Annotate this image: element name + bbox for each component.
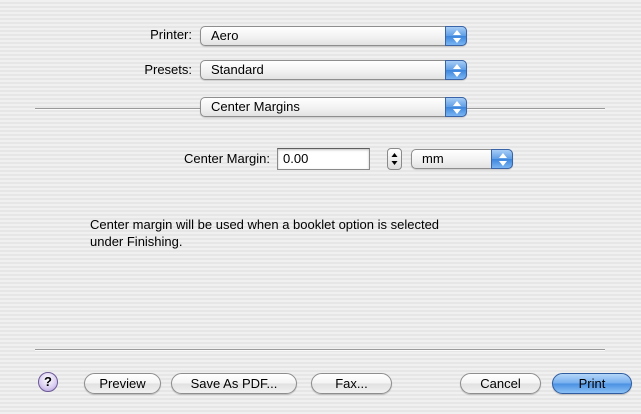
printer-popup[interactable]: Aero [200,26,467,46]
center-margin-stepper[interactable] [387,148,402,170]
preview-button[interactable]: Preview [84,373,161,394]
stepper-icon [391,153,398,165]
bottom-separator [35,349,605,351]
print-button[interactable]: Print [552,373,632,394]
pane-selector-popup[interactable]: Center Margins [200,97,467,117]
presets-label: Presets: [144,62,192,77]
help-icon: ? [44,374,52,389]
center-margin-field[interactable]: 0.00 [277,148,370,170]
cancel-button[interactable]: Cancel [460,373,541,394]
fax-button[interactable]: Fax... [311,373,392,394]
up-down-arrows-icon [491,149,513,169]
description-text: Center margin will be used when a bookle… [90,216,439,250]
description-line-1: Center margin will be used when a bookle… [90,217,440,232]
presets-popup[interactable]: Standard [200,60,467,80]
save-as-pdf-button[interactable]: Save As PDF... [171,373,297,394]
description-line-2: under Finishing. [90,234,183,249]
up-down-arrows-icon [445,97,467,117]
center-margin-value: 0.00 [283,151,309,166]
unit-popup[interactable]: mm [411,149,513,169]
printer-value: Aero [211,28,239,43]
printer-label: Printer: [150,27,192,42]
pane-selector-value: Center Margins [211,99,300,114]
separator-left [35,108,200,110]
unit-value: mm [422,151,444,166]
separator-right [467,108,605,110]
center-margin-label: Center Margin: [184,151,270,166]
help-button[interactable]: ? [38,372,58,392]
presets-value: Standard [211,62,264,77]
up-down-arrows-icon [445,60,467,80]
up-down-arrows-icon [445,26,467,46]
